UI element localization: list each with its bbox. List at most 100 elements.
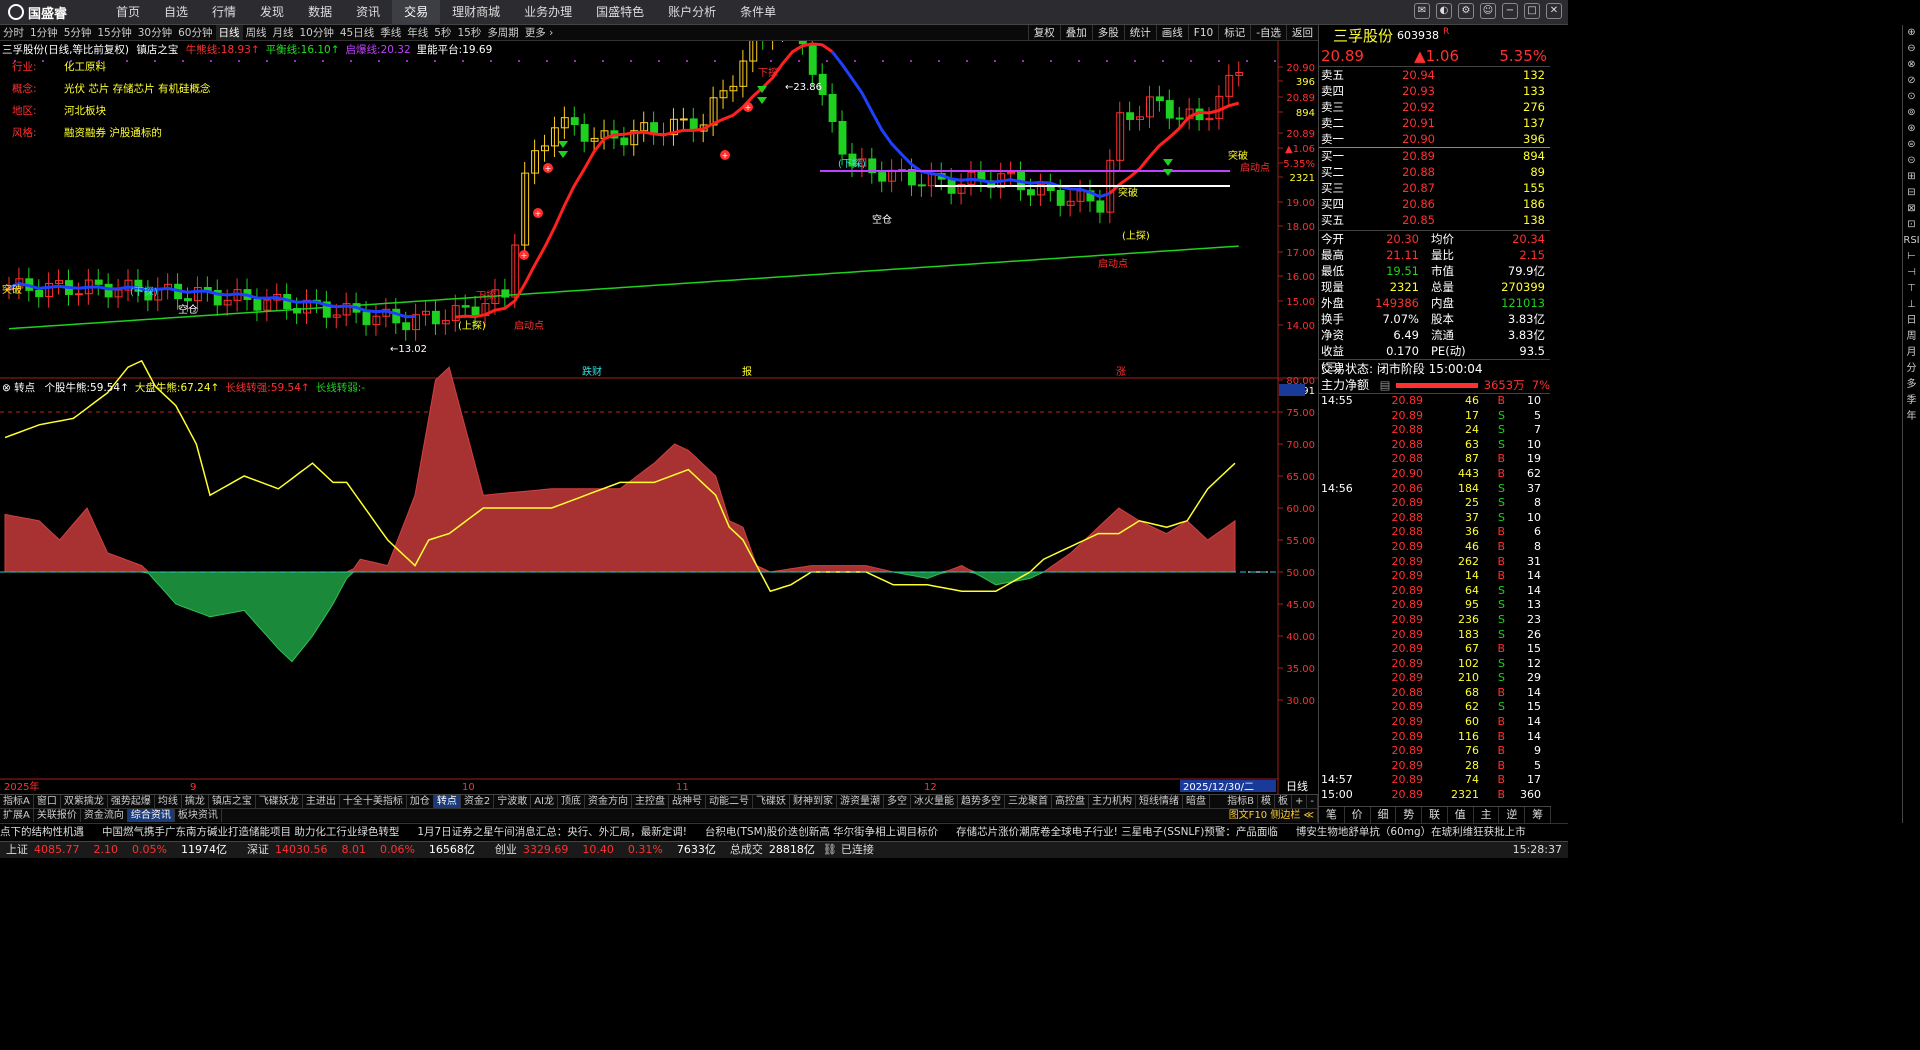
f10-sidebar-toggle[interactable]: 图文F10 侧边栏 ≪ xyxy=(1226,809,1318,822)
indicator-tab-control[interactable]: 板 xyxy=(1275,795,1292,808)
chart-tool-button[interactable]: F10 xyxy=(1187,25,1218,41)
vertical-tool[interactable]: ⊕ xyxy=(1903,25,1920,41)
net-flow-toggle-icon[interactable]: ▤ xyxy=(1380,377,1391,393)
menu-item[interactable]: 自选 xyxy=(152,0,200,25)
indicator-tab[interactable]: 主控盘 xyxy=(632,795,670,808)
chart-tool-button[interactable]: 多股 xyxy=(1091,25,1124,41)
menu-item[interactable]: 国盛特色 xyxy=(584,0,656,25)
news-item[interactable]: 1月7日证券之星午间消息汇总：央行、外汇局，最新定调! xyxy=(417,826,687,838)
indicator-tab[interactable]: 擒龙 xyxy=(182,795,209,808)
menu-item[interactable]: 业务办理 xyxy=(512,0,584,25)
indicator-tab[interactable]: 窗口 xyxy=(34,795,61,808)
indicator-tab[interactable]: 资金2 xyxy=(461,795,495,808)
vertical-tool[interactable]: 多 xyxy=(1903,377,1920,393)
vertical-tool[interactable]: 年 xyxy=(1903,409,1920,425)
chart-tool-button[interactable]: 返回 xyxy=(1286,25,1318,41)
extension-tab[interactable]: 关联报价 xyxy=(34,809,81,822)
menu-item[interactable]: 行情 xyxy=(200,0,248,25)
period-option[interactable]: 10分钟 xyxy=(297,25,337,40)
indicator-tab[interactable]: 冰火量能 xyxy=(911,795,959,808)
settings-icon[interactable]: ⚙ xyxy=(1458,3,1474,19)
book-row[interactable]: 卖五 20.94 132 xyxy=(1319,67,1550,83)
period-option[interactable]: 15分钟 xyxy=(94,25,134,40)
indicator-tab[interactable]: 加仓 xyxy=(407,795,434,808)
indicator-tab[interactable]: 飞碟妖 xyxy=(753,795,791,808)
tick-list[interactable]: 14:55 20.89 46 B 10 20.89 17 S 5 20.88 24 S 7 20.88 63… xyxy=(1319,394,1550,803)
period-option[interactable]: 日线 xyxy=(215,25,243,40)
period-option[interactable]: 5分钟 xyxy=(61,25,95,40)
indicator-tab-control[interactable]: + xyxy=(1292,795,1308,808)
menu-item[interactable]: 首页 xyxy=(104,0,152,25)
period-option[interactable]: 1分钟 xyxy=(27,25,61,40)
period-option[interactable]: 年线 xyxy=(404,25,431,40)
vertical-tool[interactable]: 季 xyxy=(1903,393,1920,409)
period-option[interactable]: 季线 xyxy=(377,25,404,40)
indicator-tab[interactable]: 三龙聚首 xyxy=(1005,795,1053,808)
chart-tool-button[interactable]: 复权 xyxy=(1027,25,1060,41)
vertical-tool[interactable]: 月 xyxy=(1903,345,1920,361)
book-row[interactable]: 买四 20.86 186 xyxy=(1319,196,1550,212)
indicator-tab[interactable]: 主力机构 xyxy=(1089,795,1137,808)
indicator-tab[interactable]: 趋势多空 xyxy=(958,795,1006,808)
book-row[interactable]: 买三 20.87 155 xyxy=(1319,180,1550,196)
period-option[interactable]: 60分钟 xyxy=(175,25,215,40)
detail-tab[interactable]: 主 xyxy=(1474,807,1500,823)
vertical-tool[interactable]: ⊛ xyxy=(1903,121,1920,137)
indicator-tab[interactable]: 飞碟妖龙 xyxy=(256,795,303,808)
chart-tool-button[interactable]: 叠加 xyxy=(1059,25,1092,41)
detail-tab[interactable]: 值 xyxy=(1448,807,1474,823)
period-option[interactable]: 更多 › xyxy=(522,25,557,40)
chart-tool-button[interactable]: -自选 xyxy=(1250,25,1286,41)
news-item[interactable]: 中国燃气携手广东南方碱业打造储能项目 助力化工行业绿色转型 xyxy=(102,826,399,838)
index-quote[interactable]: 创业 3329.69 10.40 0.31% 7633亿 xyxy=(489,842,716,858)
vertical-tool[interactable]: ⊝ xyxy=(1903,153,1920,169)
indicator-tab[interactable]: 镇店之宝 xyxy=(209,795,256,808)
indicator-tab[interactable]: 转点 xyxy=(433,795,461,808)
detail-tab[interactable]: 细 xyxy=(1371,807,1397,823)
vertical-tool[interactable]: ⊤ xyxy=(1903,281,1920,297)
indicator-tab[interactable]: 指标A xyxy=(0,795,34,808)
indicator-tab[interactable]: 强势起爆 xyxy=(108,795,155,808)
message-icon[interactable]: ✉ xyxy=(1414,3,1430,19)
vertical-tool[interactable]: ⊗ xyxy=(1903,57,1920,73)
extension-tab[interactable]: 板块资讯 xyxy=(175,809,222,822)
close-icon[interactable]: ✕ xyxy=(1546,3,1562,19)
indicator-tab-control[interactable]: 指标B xyxy=(1224,795,1258,808)
vertical-tool[interactable]: ⊠ xyxy=(1903,201,1920,217)
book-row[interactable]: 卖二 20.91 137 xyxy=(1319,115,1550,131)
indicator-tab[interactable]: 主进出 xyxy=(303,795,340,808)
period-option[interactable]: 分时 xyxy=(0,25,27,40)
skin-icon[interactable]: ◐ xyxy=(1436,3,1452,19)
indicator-tab-control[interactable]: - xyxy=(1307,795,1318,808)
index-quote[interactable]: 深证 14030.56 8.01 0.06% 16568亿 xyxy=(241,842,475,858)
extension-tab[interactable]: 扩展A xyxy=(0,809,34,822)
news-item[interactable]: 存储芯片涨价潮席卷全球电子行业! 三星电子(SSNLF)预警：产品面临 xyxy=(956,826,1278,838)
vertical-tool[interactable]: ⊘ xyxy=(1903,73,1920,89)
menu-item[interactable]: 数据 xyxy=(296,0,344,25)
indicator-tab[interactable]: 宁波敢 xyxy=(494,795,532,808)
book-row[interactable]: 买五 20.85 138 xyxy=(1319,212,1550,228)
indicator-tab[interactable]: 短线情绪 xyxy=(1136,795,1184,808)
news-item[interactable]: 点下的结构性机遇 xyxy=(0,826,84,838)
vertical-tool[interactable]: ⊜ xyxy=(1903,137,1920,153)
indicator-tab[interactable]: 财神到家 xyxy=(790,795,838,808)
indicator-tab[interactable]: 资金方向 xyxy=(585,795,633,808)
period-option[interactable]: 周线 xyxy=(243,25,270,40)
vertical-tool[interactable]: 周 xyxy=(1903,329,1920,345)
news-item[interactable]: 博安生物地舒单抗（60mg）在琥利维狂获批上市 xyxy=(1296,826,1526,838)
menu-item[interactable]: 资讯 xyxy=(344,0,392,25)
period-option[interactable]: 月线 xyxy=(270,25,297,40)
minimize-icon[interactable]: − xyxy=(1502,3,1518,19)
vertical-tool[interactable]: ⊡ xyxy=(1903,217,1920,233)
detail-tab[interactable]: 势 xyxy=(1396,807,1423,823)
book-row[interactable]: 买一 20.89 894 xyxy=(1319,148,1550,164)
menu-item[interactable]: 条件单 xyxy=(728,0,788,25)
detail-tab[interactable]: 笔 xyxy=(1319,807,1345,823)
indicator-tab[interactable]: 高控盘 xyxy=(1052,795,1090,808)
vertical-tool[interactable]: ⊟ xyxy=(1903,185,1920,201)
vertical-tool[interactable]: ⊖ xyxy=(1903,41,1920,57)
book-row[interactable]: 卖三 20.92 276 xyxy=(1319,99,1550,115)
menu-item[interactable]: 账户分析 xyxy=(656,0,728,25)
menu-item[interactable]: 交易 xyxy=(392,0,441,25)
vertical-tool[interactable]: 日 xyxy=(1903,313,1920,329)
